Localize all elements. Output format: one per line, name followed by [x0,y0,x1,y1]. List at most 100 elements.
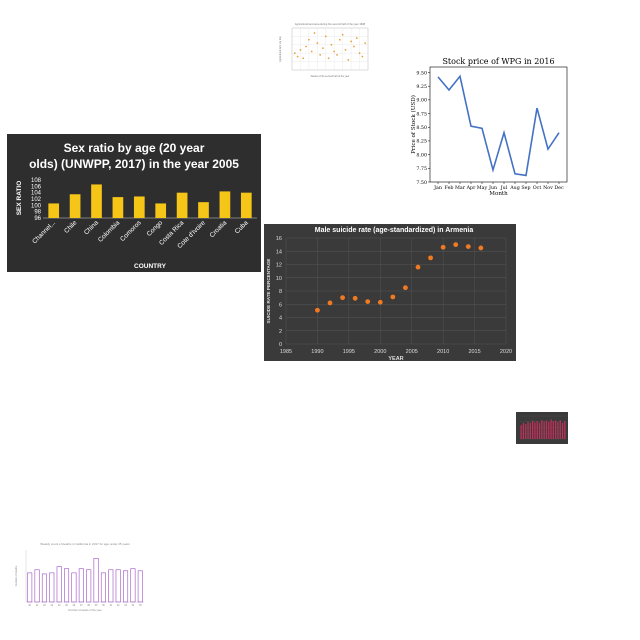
plot-frame [291,27,369,71]
x-tick-label: 2000 [374,349,386,355]
data-point [340,295,345,301]
data-point [330,43,333,46]
x-tick-label: Apr [466,185,477,191]
x-tick-label: Feb [445,185,454,191]
data-point [361,55,364,58]
tiny-bar-chart [516,412,568,444]
agricultural-land-chart: Agricultural land area during the second… [272,20,372,80]
x-tick-label: 25 [65,604,68,607]
x-tick-label: 1985 [280,349,292,355]
plot-frame [429,66,568,183]
data-bar [543,421,545,439]
data-bar [552,421,554,439]
y-tick-label: 2 [279,329,282,335]
data-bar [219,191,231,218]
chart-title-line-2: olds) (UNWPP, 2017) in the year 2005 [29,157,239,171]
data-bar [137,570,143,603]
data-bar [93,558,99,603]
suicide-rate-chart: Male suicide rate (age-standardized) in … [264,224,516,361]
data-point [322,47,324,50]
chart-title: Agricultural land area during the second… [295,22,366,26]
y-tick-label: 9.25 [416,84,427,90]
x-tick-label: Colombia [97,219,122,244]
data-bar [41,573,47,603]
data-bar [520,425,522,439]
data-bar [532,420,534,439]
x-tick-label: 31 [109,604,112,607]
x-tick-label: 33 [124,604,127,607]
y-tick-label: 9.50 [416,70,427,76]
x-tick-label: 27 [80,604,83,607]
y-tick-label: 8.50 [416,125,427,131]
y-tick-label: 106 [31,184,42,190]
y-axis-label: Number of deaths [14,565,18,586]
x-tick-label: 2010 [437,349,449,355]
x-tick-label: 24 [58,604,61,607]
data-bar [550,419,552,439]
x-tick-label: 22 [43,604,46,607]
y-tick-label: 0 [279,342,282,348]
y-axis-label: SUICIDE RATE PERCENTAGE [266,259,271,324]
data-point [324,35,327,38]
data-point [365,299,371,304]
y-axis-label: Agricultural land (sq km) [279,36,282,62]
y-tick-label: 7.75 [416,166,427,172]
data-point [307,38,310,41]
data-bar [529,422,531,439]
data-point [327,57,330,60]
data-bar [86,569,92,603]
x-tick-label: Jan [433,185,442,191]
y-tick-label: 7.50 [416,180,427,186]
y-tick-label: 104 [31,191,42,197]
data-bar [534,422,536,439]
chart-title-line-1: Sex ratio by age (20 year [64,141,205,155]
data-point [390,294,396,300]
data-point [338,38,341,41]
x-axis-label: COUNTRY [134,263,167,270]
y-tick-label: 10 [276,276,282,282]
data-point [316,42,319,45]
data-bar [564,421,566,439]
x-tick-label: 23 [50,604,53,607]
data-point [350,40,353,43]
x-tick-label: Sep [521,185,530,191]
data-point [299,48,302,51]
data-point [347,59,350,61]
x-tick-label: 30 [102,604,105,607]
data-point [478,245,484,251]
x-tick-label: Comoros [119,219,143,243]
data-point [364,42,367,45]
x-tick-label: 20 [28,604,31,607]
data-bar [525,424,527,439]
chart-title: Stock price of WPG in 2016 [442,57,554,66]
data-point [352,295,358,301]
data-point [313,32,316,34]
data-bar [545,420,548,439]
y-tick-label: 8 [279,289,282,295]
x-axis-label: Month [489,191,508,196]
stock-price-chart: Stock price of WPG in 2016 7.50 7.75 8.00 8.… [400,53,575,196]
data-bar [48,203,60,218]
data-bar [108,569,114,603]
data-bar [176,192,188,218]
data-bar [561,422,564,439]
chart-title: Male suicide rate (age-standardized) in … [315,227,474,234]
x-tick-label: 2005 [406,349,418,355]
x-axis-label: Number of weeks of the year [68,608,101,612]
data-bar [27,572,33,603]
data-bar [198,202,209,218]
data-bar [527,421,529,439]
x-tick-label: 2020 [500,349,512,355]
y-tick-label: 98 [34,210,41,216]
data-point [344,48,347,51]
data-bar [78,568,84,603]
x-tick-label: Aug [509,185,520,191]
y-tick-label: 100 [31,203,42,209]
data-point [440,244,446,250]
data-point [336,53,338,56]
y-tick-label: 4 [279,316,282,322]
data-point [327,300,333,306]
data-bar [559,420,561,439]
sex-ratio-chart: Sex ratio by age (20 year olds) (UNWPP, 2… [7,134,261,272]
x-tick-label: 21 [36,604,39,607]
